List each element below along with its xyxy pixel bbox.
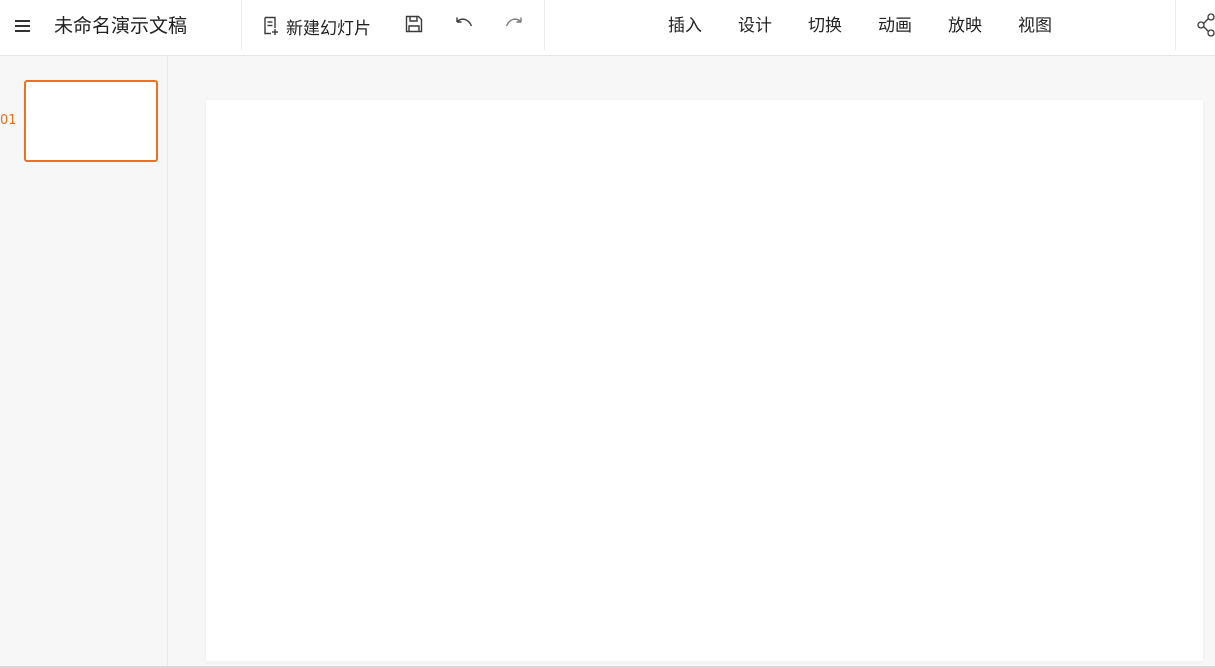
slide-canvas[interactable] [206, 100, 1203, 661]
tab-slideshow[interactable]: 放映 [930, 14, 1000, 38]
toolbar-divider [544, 0, 545, 50]
slide-thumbnail[interactable] [24, 80, 158, 162]
toolbar-divider [1175, 0, 1176, 50]
undo-icon[interactable] [454, 14, 474, 34]
new-slide-button[interactable]: 新建幻灯片 [262, 12, 371, 40]
new-slide-icon [262, 16, 280, 36]
tab-transition[interactable]: 切换 [790, 14, 860, 38]
presentation-app: 未命名演示文稿 新建幻灯片 插入 设计 切换 动画 放映 视图 01 [0, 0, 1215, 668]
slide-number: 01 [0, 113, 17, 128]
tab-design[interactable]: 设计 [720, 14, 790, 38]
slide-thumbnail-panel: 01 [0, 56, 168, 666]
new-slide-label: 新建幻灯片 [286, 18, 371, 39]
redo-icon[interactable] [504, 14, 524, 34]
top-toolbar: 未命名演示文稿 新建幻灯片 插入 设计 切换 动画 放映 视图 [0, 0, 1215, 56]
tab-animation[interactable]: 动画 [860, 14, 930, 38]
tab-insert[interactable]: 插入 [650, 14, 720, 38]
save-icon[interactable] [404, 14, 424, 34]
tab-view[interactable]: 视图 [1000, 14, 1070, 38]
document-title[interactable]: 未命名演示文稿 [54, 13, 187, 39]
toolbar-divider [241, 0, 242, 50]
hamburger-menu-icon[interactable] [12, 16, 34, 36]
share-icon[interactable] [1196, 13, 1215, 41]
